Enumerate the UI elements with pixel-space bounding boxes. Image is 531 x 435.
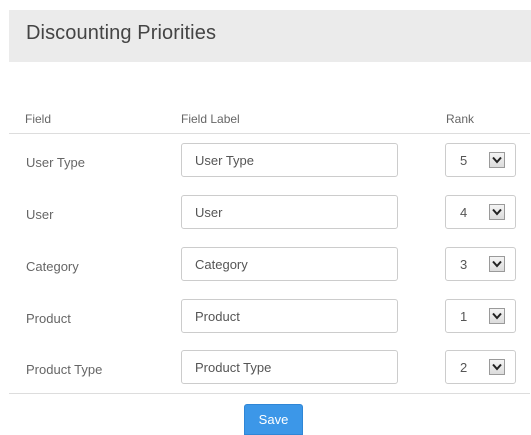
page-title: Discounting Priorities <box>26 22 217 44</box>
rank-select[interactable]: 3 <box>445 247 516 281</box>
field-label-input[interactable] <box>181 195 398 229</box>
table-row: Product Type 2 <box>0 350 531 390</box>
rank-select[interactable]: 4 <box>445 195 516 229</box>
footer-divider <box>9 393 530 394</box>
rank-value: 2 <box>460 360 468 375</box>
chevron-down-icon[interactable] <box>489 152 505 168</box>
rank-value: 5 <box>460 153 468 168</box>
column-header-rank: Rank <box>446 112 475 126</box>
column-header-field-label: Field Label <box>181 112 240 126</box>
table-row: User 4 <box>0 195 531 235</box>
chevron-down-icon[interactable] <box>489 204 505 220</box>
field-name: User Type <box>26 155 86 170</box>
page-header: Discounting Priorities <box>9 10 531 62</box>
field-label-input[interactable] <box>181 143 398 177</box>
table-row: User Type 5 <box>0 143 531 183</box>
save-button[interactable]: Save <box>244 404 303 435</box>
field-name: Product Type <box>26 362 103 377</box>
rank-value: 4 <box>460 205 468 220</box>
field-label-input[interactable] <box>181 350 398 384</box>
rank-value: 1 <box>460 309 468 324</box>
field-name: User <box>26 207 54 222</box>
rank-select[interactable]: 1 <box>445 299 516 333</box>
chevron-down-icon[interactable] <box>489 359 505 375</box>
table-row: Product 1 <box>0 299 531 339</box>
rank-value: 3 <box>460 257 468 272</box>
chevron-down-icon[interactable] <box>489 308 505 324</box>
chevron-down-icon[interactable] <box>489 256 505 272</box>
field-label-input[interactable] <box>181 247 398 281</box>
table-row: Category 3 <box>0 247 531 287</box>
field-name: Product <box>26 311 71 326</box>
header-divider <box>9 133 530 134</box>
field-name: Category <box>26 259 79 274</box>
rank-select[interactable]: 5 <box>445 143 516 177</box>
field-label-input[interactable] <box>181 299 398 333</box>
rank-select[interactable]: 2 <box>445 350 516 384</box>
column-header-field: Field <box>25 112 52 126</box>
